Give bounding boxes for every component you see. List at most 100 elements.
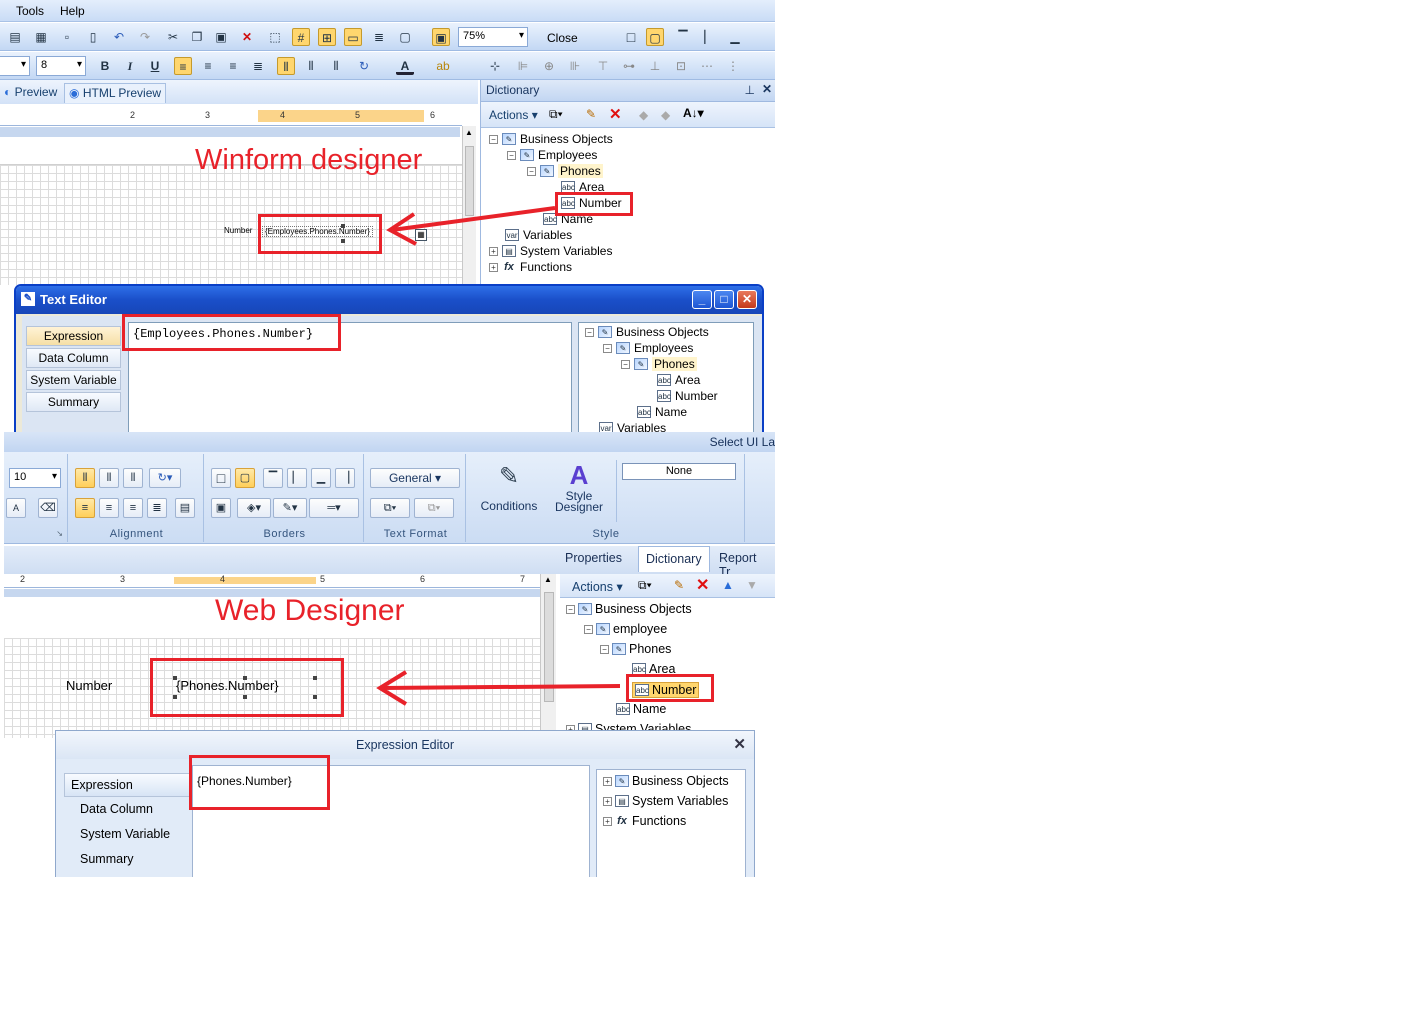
tree-phones[interactable]: − ✎ Phones — [600, 642, 671, 656]
align-tops-icon[interactable]: ⊤ — [594, 57, 612, 75]
border-shadow-icon[interactable]: ▢ — [235, 468, 255, 488]
actions-menu[interactable]: Actions ▾ — [572, 579, 623, 594]
move-up-icon[interactable]: ▲ — [722, 578, 734, 592]
border-all-icon[interactable]: □ — [211, 468, 231, 488]
paste-icon[interactable]: ▣ — [212, 28, 230, 46]
tree-employee[interactable]: − ✎ employee — [584, 622, 667, 636]
valign-center-icon[interactable]: ⦀ — [99, 468, 119, 488]
sort-icon[interactable]: A↓▾ — [683, 106, 704, 120]
rotate-icon[interactable]: ↻▾ — [149, 468, 181, 488]
text-color-icon[interactable]: A — [396, 57, 414, 75]
close-icon[interactable]: ✕ — [762, 82, 772, 96]
space-horizontal-icon[interactable]: ⋯ — [698, 57, 716, 75]
italic-icon[interactable]: I — [121, 57, 139, 75]
delete-icon[interactable]: ✕ — [238, 28, 256, 46]
space-vertical-icon[interactable]: ⋮ — [724, 57, 742, 75]
menu-tools[interactable]: Tools — [16, 4, 44, 18]
align-rights-icon[interactable]: ⊪ — [566, 57, 584, 75]
side-summary[interactable]: Summary — [74, 848, 201, 872]
grid-icon[interactable]: # — [292, 28, 310, 46]
tree-business-objects[interactable]: + ✎ Business Objects — [603, 774, 729, 788]
maximize-button[interactable]: □ — [714, 290, 734, 309]
fill-color-icon[interactable]: ◈▾ — [237, 498, 271, 518]
zoom-combo[interactable]: 75% — [458, 27, 528, 47]
border-style-combo[interactable]: ═▾ — [309, 498, 359, 518]
edit-icon[interactable]: ✎ — [586, 107, 596, 121]
tree-employees[interactable]: − ✎ Employees — [603, 341, 693, 355]
rotate-icon[interactable]: ↻ — [355, 57, 373, 75]
border-right-icon[interactable]: ▕ — [335, 468, 355, 488]
align-right-icon[interactable]: ≡ — [123, 498, 143, 518]
move-down-icon[interactable]: ◆ — [661, 108, 670, 122]
conditions-button[interactable]: ✎ Conditions — [478, 462, 540, 522]
border-left-icon[interactable]: ▏ — [700, 28, 718, 46]
side-expression[interactable]: Expression — [64, 773, 191, 797]
new-item-icon[interactable]: ⧉▾ — [549, 107, 563, 122]
font-size-combo[interactable]: 8 — [36, 56, 86, 76]
page-icon[interactable]: ▯ — [84, 28, 102, 46]
move-up-icon[interactable]: ◆ — [639, 108, 648, 122]
tab-properties[interactable]: Properties — [558, 546, 629, 572]
zoom-page-icon[interactable]: ▣ — [432, 28, 450, 46]
layout-icon[interactable]: ≣ — [370, 28, 388, 46]
border-color-icon[interactable]: ✎▾ — [273, 498, 307, 518]
style-designer-button[interactable]: A Style Designer — [548, 460, 610, 524]
eraser-icon[interactable]: ⌫ — [38, 498, 58, 518]
page-frame-icon[interactable]: ▭ — [344, 28, 362, 46]
valign-center-icon[interactable]: ⦀ — [302, 57, 320, 75]
tree-system-variables[interactable]: +▤System Variables — [603, 794, 728, 808]
open-icon[interactable]: ▦ — [32, 28, 50, 46]
valign-bottom-icon[interactable]: ⦀ — [123, 468, 143, 488]
align-lefts-icon[interactable]: ⊫ — [514, 57, 532, 75]
number-label[interactable]: Number — [66, 678, 112, 693]
align-center-icon[interactable]: ≡ — [99, 498, 119, 518]
font-size-combo[interactable]: 10 — [9, 468, 61, 488]
pin-icon[interactable]: ⊥ — [745, 83, 755, 97]
tree-variables[interactable]: var Variables — [599, 421, 666, 432]
make-same-size-icon[interactable]: ⊡ — [672, 57, 690, 75]
group-launcher-icon[interactable]: ↘ — [56, 529, 63, 538]
save-icon[interactable]: ▫ — [58, 28, 76, 46]
select-ui-language[interactable]: Select UI La — [710, 435, 775, 449]
new-item-icon[interactable]: ⧉▾ — [638, 578, 652, 593]
tree-phones[interactable]: − ✎ Phones — [621, 357, 697, 371]
style-combo[interactable]: None — [622, 463, 736, 480]
copy-icon[interactable]: ❐ — [188, 28, 206, 46]
actions-menu[interactable]: Actions ▾ — [489, 108, 538, 122]
border-all-icon[interactable]: □ — [622, 28, 640, 46]
tree-business-objects[interactable]: − ✎ Business Objects — [566, 602, 692, 616]
close-button[interactable]: Close — [547, 31, 578, 45]
tab-report-tree[interactable]: Report Tr — [712, 546, 775, 579]
align-grid-icon[interactable]: ⊹ — [486, 57, 504, 75]
delete-icon[interactable]: ✕ — [696, 575, 709, 595]
page-setup-icon[interactable]: ▢ — [396, 28, 414, 46]
window-close-button[interactable]: ✕ — [737, 290, 757, 309]
tree-business-objects[interactable]: − ✎ Business Objects — [585, 325, 709, 339]
align-bottoms-icon[interactable]: ⊥ — [646, 57, 664, 75]
cut-icon[interactable]: ✂ — [164, 28, 182, 46]
format-disabled-icon[interactable]: ⧉▾ — [414, 498, 454, 518]
align-left-icon[interactable]: ≡ — [174, 57, 192, 75]
side-system-variable[interactable]: System Variable — [26, 370, 121, 390]
scroll-up-icon[interactable]: ▲ — [544, 575, 552, 584]
tree-employees[interactable]: − ✎ Employees — [507, 148, 597, 162]
font-name-combo[interactable] — [0, 56, 30, 76]
word-wrap-icon[interactable]: ▤ — [175, 498, 195, 518]
tree-phones[interactable]: − ✎ Phones — [527, 164, 603, 178]
new-icon[interactable]: ▤ — [6, 28, 24, 46]
side-system-variable[interactable]: System Variable — [74, 823, 201, 847]
highlight-icon[interactable]: ab — [434, 57, 452, 75]
border-top-icon[interactable]: ▔ — [263, 468, 283, 488]
select-icon[interactable]: ⬚ — [266, 28, 284, 46]
redo-icon[interactable]: ↷ — [136, 28, 154, 46]
vertical-scrollbar[interactable]: ▲ — [540, 574, 556, 734]
border-top-icon[interactable]: ▔ — [674, 28, 692, 46]
tab-preview[interactable]: ◐ Preview — [0, 83, 61, 103]
side-data-column[interactable]: Data Column — [74, 798, 201, 822]
tree-functions[interactable]: + fx Functions — [489, 260, 572, 274]
align-middles-icon[interactable]: ⊶ — [620, 57, 638, 75]
valign-bottom-icon[interactable]: ⦀ — [327, 57, 345, 75]
tree-number[interactable]: abc Number — [657, 389, 718, 403]
tab-dictionary[interactable]: Dictionary — [638, 546, 710, 572]
format-icon[interactable]: ⧉▾ — [370, 498, 410, 518]
